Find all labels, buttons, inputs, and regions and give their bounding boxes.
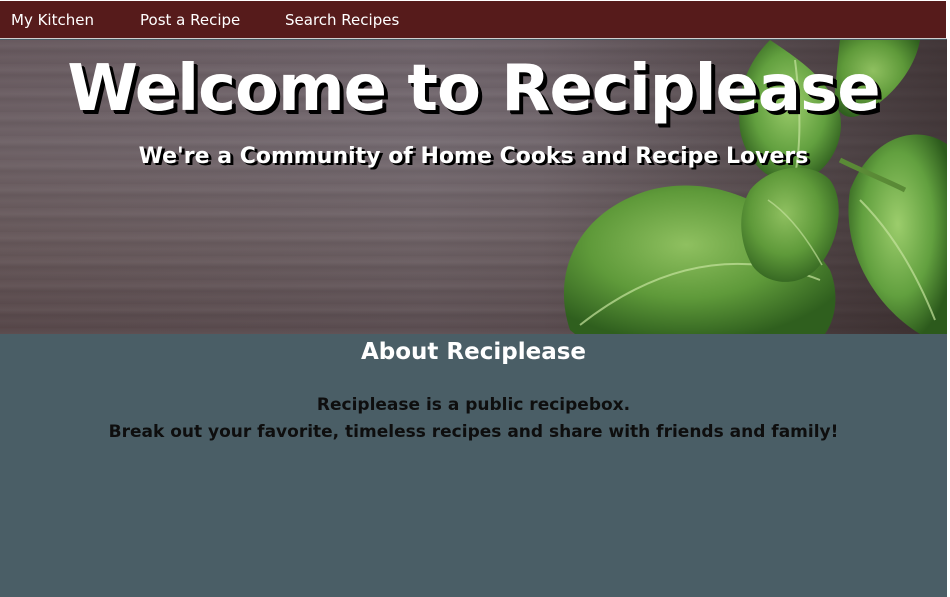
page: My Kitchen Post a Recipe Search Recipes (0, 0, 950, 597)
nav-link-post-recipe[interactable]: Post a Recipe (140, 11, 240, 29)
hero-title: Welcome to Reciplease (67, 52, 880, 126)
about-description-line-1: Reciplease is a public recipebox. (316, 395, 631, 415)
about-heading: About Reciplease (360, 339, 587, 365)
about-description-line-2: Break out your favorite, timeless recipe… (108, 422, 839, 442)
hero-subtitle: We're a Community of Home Cooks and Reci… (138, 144, 809, 169)
top-navigation: My Kitchen Post a Recipe Search Recipes (0, 0, 948, 39)
nav-link-my-kitchen[interactable]: My Kitchen (11, 11, 94, 29)
about-section: About Reciplease Reciplease is a public … (0, 334, 947, 597)
nav-link-search-recipes[interactable]: Search Recipes (285, 11, 399, 29)
hero-banner: Welcome to Reciplease We're a Community … (0, 40, 947, 334)
